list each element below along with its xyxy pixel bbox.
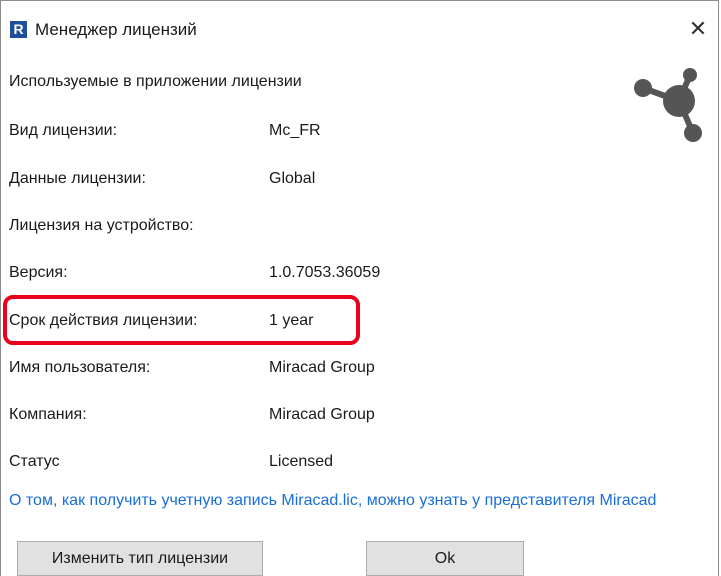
close-icon[interactable]: ✕ xyxy=(678,11,718,47)
license-manager-dialog: R Менеджер лицензий ✕ Используемые в при… xyxy=(0,0,719,576)
device-license-label: Лицензия на устройство: xyxy=(9,217,194,234)
version-value: 1.0.7053.36059 xyxy=(269,264,381,281)
license-data-label: Данные лицензии: xyxy=(9,170,146,187)
user-name-value: Miracad Group xyxy=(269,359,375,376)
license-type-value: Mc_FR xyxy=(269,122,321,139)
revit-r-icon: R xyxy=(10,21,27,38)
ok-button[interactable]: Ok xyxy=(366,541,524,576)
version-label: Версия: xyxy=(9,264,68,281)
change-license-type-button[interactable]: Изменить тип лицензии xyxy=(17,541,263,576)
license-data-value: Global xyxy=(269,170,316,187)
company-label: Компания: xyxy=(9,406,87,423)
license-type-label: Вид лицензии: xyxy=(9,122,118,139)
section-title: Используемые в приложении лицензии xyxy=(9,73,302,90)
window-title: Менеджер лицензий xyxy=(35,20,197,39)
status-value: Licensed xyxy=(269,453,334,470)
account-info-link[interactable]: О том, как получить учетную запись Mirac… xyxy=(9,490,714,512)
status-label: Статус xyxy=(9,453,60,470)
molecule-logo-icon xyxy=(634,68,702,142)
title-bar: R Менеджер лицензий ✕ xyxy=(1,1,718,49)
red-highlight-box xyxy=(3,295,360,345)
user-name-label: Имя пользователя: xyxy=(9,359,151,376)
company-value: Miracad Group xyxy=(269,406,375,423)
